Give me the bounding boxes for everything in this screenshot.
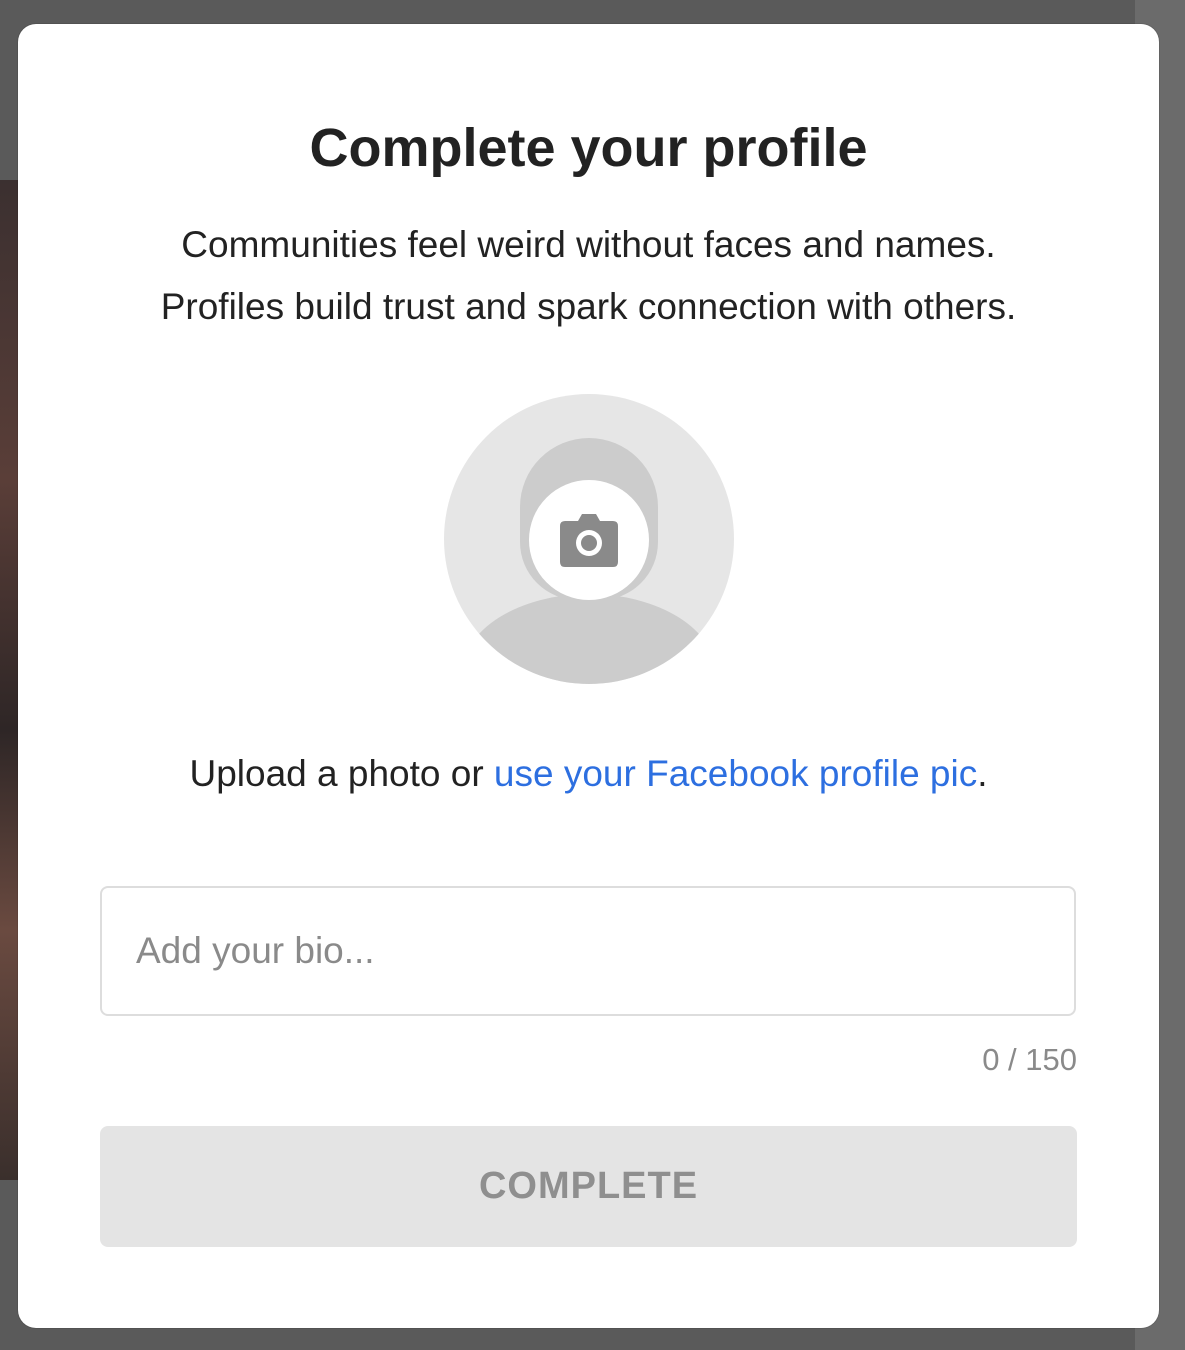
camera-button[interactable]: [529, 480, 649, 600]
camera-icon: [560, 514, 618, 567]
modal-subtitle: Communities feel weird without faces and…: [18, 214, 1159, 338]
person-silhouette-body: [462, 594, 716, 684]
bio-input[interactable]: [100, 886, 1076, 1016]
avatar-upload[interactable]: [444, 394, 734, 684]
background-photo: [0, 180, 20, 1180]
upload-suffix: .: [977, 753, 988, 794]
modal-title: Complete your profile: [309, 118, 868, 178]
facebook-profile-pic-link[interactable]: use your Facebook profile pic: [494, 753, 977, 794]
upload-prefix: Upload a photo or: [189, 753, 494, 794]
complete-profile-modal: Complete your profile Communities feel w…: [18, 24, 1159, 1328]
complete-button[interactable]: COMPLETE: [100, 1126, 1077, 1247]
subtitle-line-1: Communities feel weird without faces and…: [181, 224, 996, 265]
upload-instructions: Upload a photo or use your Facebook prof…: [18, 746, 1159, 802]
subtitle-line-2: Profiles build trust and spark connectio…: [160, 286, 1017, 327]
bio-character-counter: 0 / 150: [982, 1042, 1077, 1077]
